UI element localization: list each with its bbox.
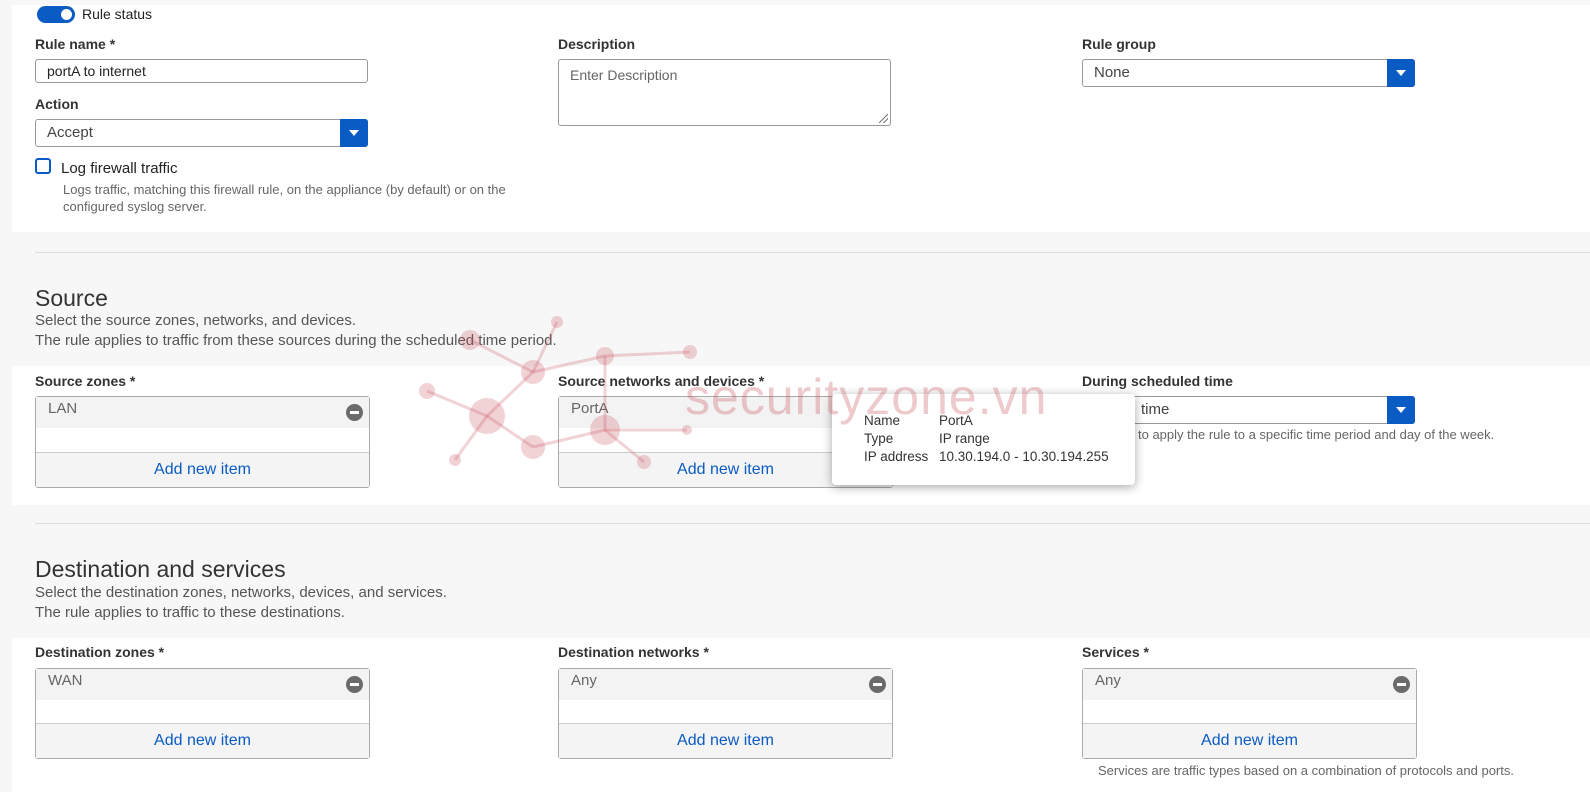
destination-networks-list[interactable]: Any Add new item xyxy=(558,668,893,759)
rule-status-toggle[interactable] xyxy=(37,6,75,23)
destination-desc-line2: The rule applies to traffic to these des… xyxy=(35,604,345,621)
section-divider xyxy=(35,252,1590,253)
remove-icon[interactable] xyxy=(346,676,363,693)
rule-group-value: None xyxy=(1094,64,1130,81)
tooltip-row-type: Type IP range xyxy=(864,431,990,446)
rule-group-select[interactable]: None xyxy=(1082,59,1415,87)
log-traffic-label: Log firewall traffic xyxy=(61,160,178,177)
destination-section-title: Destination and services xyxy=(35,556,286,582)
add-new-item-button[interactable]: Add new item xyxy=(559,723,892,758)
log-traffic-hint: Logs traffic, matching this firewall rul… xyxy=(63,182,506,214)
remove-icon[interactable] xyxy=(346,404,363,421)
source-section-title: Source xyxy=(35,285,108,311)
source-zones-label: Source zones * xyxy=(35,373,136,389)
services-label: Services * xyxy=(1082,644,1149,660)
source-zones-list[interactable]: LAN Add new item xyxy=(35,396,370,488)
list-item[interactable]: LAN xyxy=(36,397,369,428)
destination-zones-label: Destination zones * xyxy=(35,644,165,660)
services-list[interactable]: Any Add new item xyxy=(1082,668,1417,759)
list-item[interactable]: WAN xyxy=(36,669,369,700)
description-label: Description xyxy=(558,36,636,52)
services-hint: Services are traffic types based on a co… xyxy=(1098,763,1514,778)
rule-name-input[interactable]: portA to internet xyxy=(35,59,368,83)
watermark-text: securityzone.vn xyxy=(685,369,1048,425)
destination-desc-line1: Select the destination zones, networks, … xyxy=(35,584,447,601)
rule-name-label: Rule name * xyxy=(35,36,116,52)
list-item[interactable]: Any xyxy=(559,669,892,700)
destination-networks-label: Destination networks * xyxy=(558,644,709,660)
toggle-knob xyxy=(61,9,72,20)
tooltip-row-ip: IP address 10.30.194.0 - 10.30.194.255 xyxy=(864,449,1109,464)
add-new-item-button[interactable]: Add new item xyxy=(36,723,369,758)
schedule-select-value: time xyxy=(1141,401,1170,418)
remove-icon[interactable] xyxy=(1393,676,1410,693)
description-input[interactable]: Enter Description xyxy=(558,59,891,126)
action-select-value: Accept xyxy=(47,124,93,141)
add-new-item-button[interactable]: Add new item xyxy=(1083,723,1416,758)
remove-icon[interactable] xyxy=(869,676,886,693)
resize-handle-icon[interactable] xyxy=(879,114,888,123)
list-item[interactable]: Any xyxy=(1083,669,1416,700)
chevron-down-icon[interactable] xyxy=(1387,59,1415,87)
log-traffic-checkbox[interactable] xyxy=(35,158,51,174)
destination-zones-list[interactable]: WAN Add new item xyxy=(35,668,370,759)
watermark-molecule-icon xyxy=(419,316,697,469)
section-divider xyxy=(35,523,1590,524)
add-new-item-button[interactable]: Add new item xyxy=(36,452,369,487)
chevron-down-icon[interactable] xyxy=(340,119,368,147)
schedule-hint: to apply the rule to a specific time per… xyxy=(1138,427,1495,442)
rule-group-label: Rule group xyxy=(1082,36,1156,52)
action-label: Action xyxy=(35,96,79,112)
schedule-label: During scheduled time xyxy=(1082,373,1233,389)
chevron-down-icon[interactable] xyxy=(1387,396,1415,424)
source-desc-line1: Select the source zones, networks, and d… xyxy=(35,312,357,329)
action-select[interactable]: Accept xyxy=(35,119,368,147)
rule-status-label: Rule status xyxy=(82,6,153,22)
